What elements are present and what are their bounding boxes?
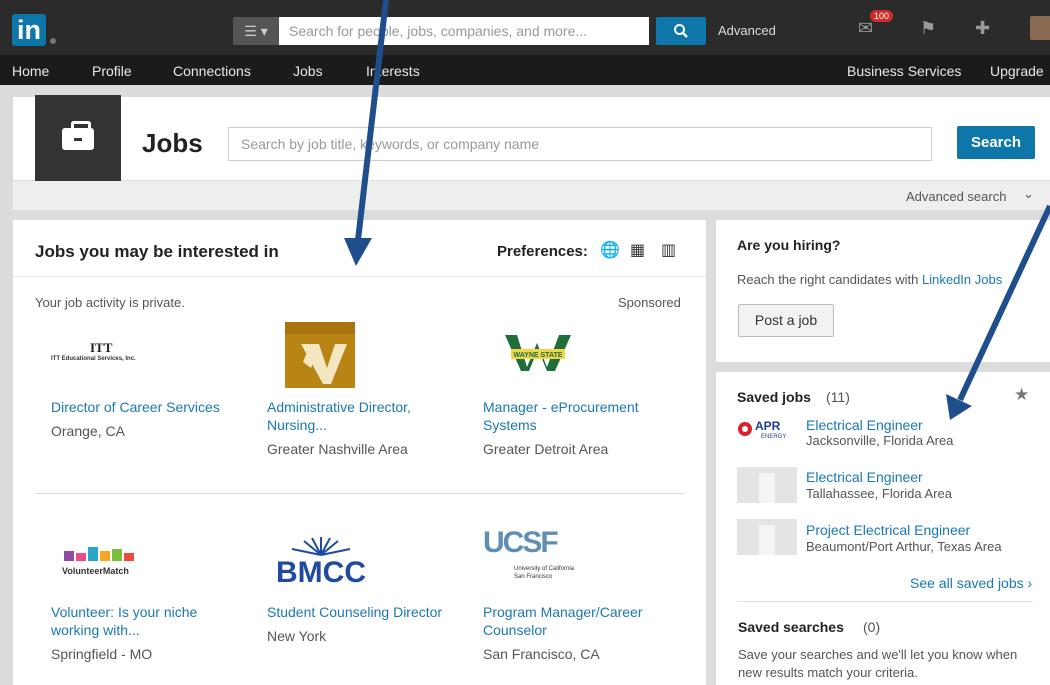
- job-location: Greater Nashville Area: [267, 441, 408, 457]
- job-location: Greater Detroit Area: [483, 441, 609, 457]
- globe-icon[interactable]: 🌐: [600, 240, 620, 260]
- job-title-link-continued[interactable]: working with...: [51, 622, 140, 638]
- post-a-job-button[interactable]: Post a job: [738, 304, 834, 337]
- see-all-saved-jobs-link[interactable]: See all saved jobs ›: [910, 575, 1032, 591]
- top-bar: in ☰ ▾ Search for people, jobs, companie…: [0, 0, 1050, 55]
- job-location: San Francisco, CA: [483, 646, 600, 662]
- nav-connections[interactable]: Connections: [173, 63, 251, 79]
- notifications-badge: 100: [870, 10, 894, 22]
- advanced-search-link[interactable]: Advanced: [718, 23, 776, 38]
- job-title-link-continued[interactable]: Systems: [483, 417, 537, 433]
- company-placeholder-icon: [737, 467, 797, 503]
- saved-searches-title: Saved searches: [738, 619, 844, 635]
- hiring-title: Are you hiring?: [737, 237, 841, 253]
- volunteermatch-logo-text: VolunteerMatch: [62, 566, 129, 576]
- job-title-link[interactable]: Administrative Director,: [267, 399, 411, 415]
- hiring-text: Reach the right candidates with LinkedIn…: [737, 272, 1002, 287]
- messages-icon[interactable]: ✉: [858, 18, 873, 39]
- search-category-menu-button[interactable]: ☰ ▾: [233, 17, 279, 45]
- job-title-link[interactable]: Manager - eProcurement: [483, 399, 639, 415]
- avatar[interactable]: [1030, 16, 1050, 40]
- saved-searches-text: Save your searches and we'll let you kno…: [738, 647, 1018, 662]
- job-title-link[interactable]: Program Manager/Career: [483, 604, 643, 620]
- saved-divider: [737, 601, 1033, 602]
- itt-logo-subtext: ITT Educational Services, Inc.: [51, 356, 136, 362]
- factory-icon[interactable]: ▥: [661, 240, 676, 260]
- job-title-link[interactable]: Director of Career Services: [51, 399, 220, 415]
- saved-searches-text-continued: new results match your criteria.: [738, 665, 918, 680]
- job-title-link-continued[interactable]: Counselor: [483, 622, 547, 638]
- nav-jobs[interactable]: Jobs: [293, 63, 323, 79]
- hiring-text-prefix: Reach the right candidates with: [737, 272, 922, 287]
- job-search-input[interactable]: Search by job title, keywords, or compan…: [228, 127, 932, 161]
- nav-home[interactable]: Home: [12, 63, 49, 79]
- saved-job-location: Tallahassee, Florida Area: [806, 486, 952, 501]
- apr-energy-logo[interactable]: APR ENERGY: [737, 418, 797, 446]
- privacy-note: Your job activity is private.: [35, 295, 185, 310]
- saved-job-title-link[interactable]: Electrical Engineer: [806, 417, 923, 433]
- job-location: New York: [267, 628, 327, 644]
- global-search-button[interactable]: [656, 17, 706, 45]
- job-title-link[interactable]: Student Counseling Director: [267, 604, 442, 620]
- nav-business-services[interactable]: Business Services: [847, 63, 961, 79]
- briefcase-icon: [62, 121, 94, 150]
- job-title-link-continued[interactable]: Nursing...: [267, 417, 327, 433]
- nav-profile[interactable]: Profile: [92, 63, 132, 79]
- jobs-header-toolbar: [13, 180, 1050, 210]
- linkedin-jobs-link[interactable]: LinkedIn Jobs: [922, 272, 1002, 287]
- saved-job-location: Jacksonville, Florida Area: [806, 433, 954, 448]
- saved-job-title-link[interactable]: Project Electrical Engineer: [806, 522, 970, 538]
- jobs-tile: [35, 95, 121, 181]
- linkedin-logo[interactable]: in: [12, 14, 46, 46]
- job-title-link[interactable]: Volunteer: Is your niche: [51, 604, 197, 620]
- nav-upgrade[interactable]: Upgrade: [990, 63, 1044, 79]
- saved-jobs-count: (11): [826, 389, 850, 405]
- saved-jobs-title: Saved jobs: [737, 389, 811, 405]
- saved-job-title-link[interactable]: Electrical Engineer: [806, 469, 923, 485]
- add-connection-icon[interactable]: ✚: [975, 18, 990, 39]
- recommended-jobs-title: Jobs you may be interested in: [35, 242, 279, 261]
- advanced-search-toggle[interactable]: Advanced search: [906, 189, 1006, 204]
- saved-job-location: Beaumont/Port Arthur, Texas Area: [806, 539, 1002, 554]
- star-icon[interactable]: ★: [1014, 385, 1029, 405]
- search-icon: [674, 24, 688, 38]
- ucsf-logo[interactable]: UCSF: [483, 526, 559, 560]
- page-title: Jobs: [142, 128, 203, 158]
- volunteermatch-logo[interactable]: VolunteerMatch: [62, 543, 146, 579]
- bmcc-logo-text: BMCC: [276, 556, 366, 585]
- flag-icon[interactable]: ⚑: [920, 18, 936, 39]
- ucsf-logo-subtext: University of California San Francisco: [514, 566, 575, 580]
- saved-searches-count: (0): [863, 619, 881, 635]
- svg-text:APR: APR: [755, 419, 781, 433]
- building-icon[interactable]: ▦: [630, 240, 645, 260]
- job-search-button[interactable]: Search: [957, 126, 1035, 159]
- global-search-input[interactable]: Search for people, jobs, companies, and …: [279, 17, 649, 45]
- sponsored-label: Sponsored: [618, 295, 681, 310]
- nav-interests[interactable]: Interests: [366, 63, 420, 79]
- card-divider: [13, 276, 706, 277]
- svg-text:ENERGY: ENERGY: [761, 434, 786, 440]
- logo-dot-icon: [50, 38, 56, 44]
- chevron-down-icon[interactable]: ⌄: [1023, 186, 1034, 202]
- wayne-state-logo-text: WAYNE STATE: [514, 352, 563, 359]
- preferences-label: Preferences:: [497, 243, 588, 260]
- bmcc-logo[interactable]: BMCC: [268, 535, 374, 585]
- job-location: Orange, CA: [51, 423, 125, 439]
- row-divider: [35, 493, 684, 494]
- job-location: Springfield - MO: [51, 646, 153, 662]
- company-logo-image[interactable]: [285, 322, 355, 388]
- company-placeholder-icon: [737, 519, 797, 555]
- wayne-state-logo[interactable]: WAYNE STATE: [505, 333, 571, 373]
- itt-logo[interactable]: ITT: [90, 340, 112, 356]
- main-nav: Home Profile Connections Jobs Interests …: [0, 55, 1050, 85]
